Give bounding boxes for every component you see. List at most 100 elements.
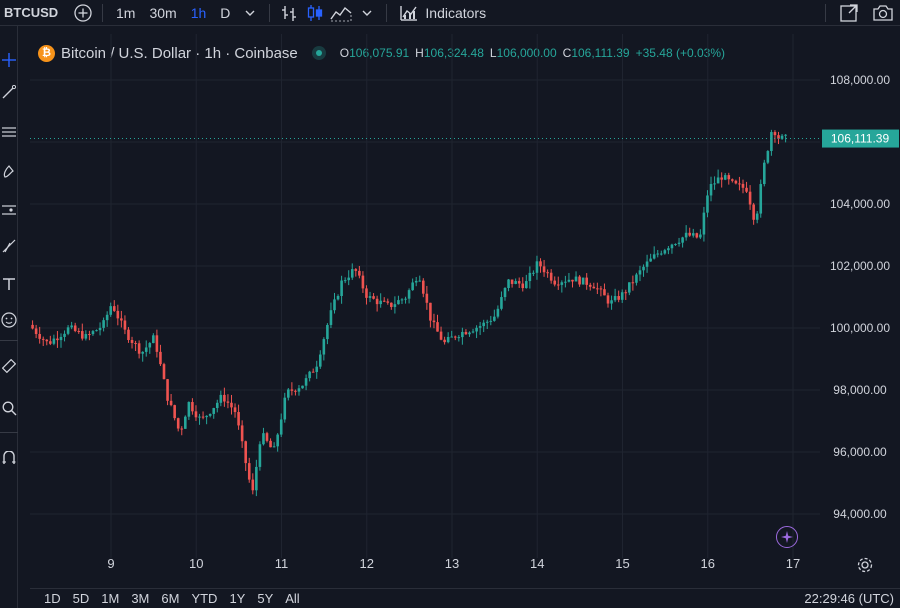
candle-body [49,341,52,344]
candle-body [258,444,262,467]
candle-body [461,331,464,338]
top-toolbar: BTCUSD 1m 30m 1h D Indicators [0,0,900,26]
candle-body [734,180,738,184]
candle-body [510,279,514,284]
toolbar-divider [269,3,271,22]
assistant-sparkle-icon[interactable] [776,526,798,548]
emoji-icon[interactable] [0,308,18,332]
candle-body [741,183,745,188]
price-change: +35.48 (+0.03%) [635,46,726,60]
bar-chart-type-icon[interactable] [276,0,302,26]
candle-body [457,337,461,339]
trend-line-icon[interactable] [0,80,18,104]
candle-body [269,440,272,448]
candle-body [84,334,88,339]
prediction-icon[interactable] [0,234,18,258]
candle-body [66,327,70,334]
fullscreen-icon[interactable] [832,0,866,26]
range-5d[interactable]: 5D [67,591,96,606]
candle-body [315,366,319,372]
indicators-icon [400,5,418,21]
candle-body [493,316,496,321]
candle-body [784,134,787,136]
candle-body [368,296,372,298]
candle-body [247,463,251,480]
chevron-down-icon[interactable] [237,0,263,26]
chart-settings-icon[interactable] [856,556,874,574]
candle-body [599,288,603,290]
range-ytd[interactable]: YTD [185,591,223,606]
utc-clock[interactable]: 22:29:46 (UTC) [804,591,894,606]
timeframe-1h[interactable]: 1h [184,0,214,26]
candle-body [404,298,407,300]
candle-body [205,415,208,418]
range-1y[interactable]: 1Y [223,591,251,606]
candle-body [52,338,56,344]
crosshair-icon[interactable] [0,48,18,72]
symbol-title[interactable]: Bitcoin / U.S. Dollar · 1h · Coinbase [61,45,298,62]
candle-body [418,280,422,282]
low-value: 106,000.00 [496,46,557,60]
time-tick-label: 14 [530,556,544,571]
candle-body [699,234,702,238]
range-5y[interactable]: 5Y [251,591,279,606]
candle-body [549,272,553,281]
time-tick-label: 13 [445,556,459,571]
timeframe-d[interactable]: D [213,0,237,26]
timeframe-1m[interactable]: 1m [109,0,142,26]
candle-body [681,237,684,243]
time-tick-label: 15 [615,556,629,571]
range-1m[interactable]: 1M [95,591,125,606]
patterns-icon[interactable] [0,198,18,222]
ruler-icon[interactable] [0,354,18,378]
close-label: C [562,46,572,60]
candle-body [70,325,73,328]
brush-icon[interactable] [0,160,18,184]
candle-body [98,327,102,331]
candle-body [372,296,375,299]
compare-add-icon[interactable] [70,0,96,26]
timeframe-30m[interactable]: 30m [142,0,183,26]
price-chart[interactable]: 108,000.00 104,000.00 102,000.00 100,000.00… [0,0,900,608]
indicators-button[interactable]: Indicators [393,0,492,26]
candle-body [748,191,752,205]
candle-body [59,336,63,341]
candle-body [766,151,770,163]
candle-body [421,280,425,294]
candle-body [628,282,631,293]
candle-body [255,466,258,491]
candle-body [329,310,333,325]
range-6m[interactable]: 6M [155,591,185,606]
range-3m[interactable]: 3M [125,591,155,606]
chevron-down-icon[interactable] [354,0,380,26]
price-tick-label: 104,000.00 [830,197,890,211]
market-status-dot-icon[interactable] [311,46,326,60]
candle-body [80,331,84,339]
candle-body [336,295,340,300]
text-tool-icon[interactable] [0,272,18,296]
range-all[interactable]: All [279,591,305,606]
fib-retracement-icon[interactable] [0,120,18,144]
candle-body [375,298,379,305]
candle-body [674,243,677,245]
symbol-search[interactable]: BTCUSD [0,0,70,26]
candle-body [162,364,166,380]
candle-body [354,269,358,271]
candle-body [528,272,532,282]
range-1d[interactable]: 1D [30,591,67,606]
time-tick-label: 9 [107,556,114,571]
candle-body [155,335,159,352]
candles-chart-type-icon[interactable] [302,0,328,26]
candle-body [503,287,507,298]
candle-body [624,292,628,294]
candle-body [244,441,247,464]
candle-body [237,412,240,426]
time-tick-label: 12 [360,556,374,571]
candle-body [709,183,713,196]
zoom-in-icon[interactable] [0,396,18,420]
camera-icon[interactable] [866,0,900,26]
magnet-icon[interactable] [0,446,18,470]
area-chart-type-icon[interactable] [328,0,354,26]
toolbar-divider [386,3,388,22]
candle-body [361,275,365,289]
